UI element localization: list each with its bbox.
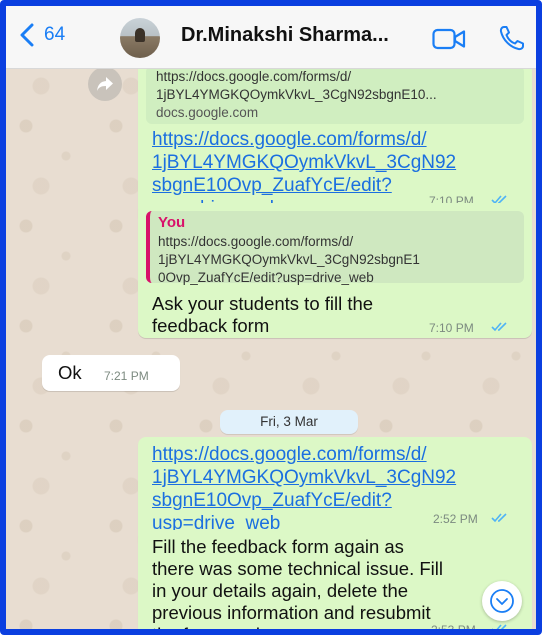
preview-domain: docs.google.com	[156, 105, 259, 120]
message-time: 2:53 PM	[431, 623, 476, 635]
text-line: there was some technical issue. Fill	[152, 558, 443, 579]
quoted-message[interactable]: You https://docs.google.com/forms/d/ 1jB…	[146, 211, 524, 285]
video-camera-icon[interactable]	[432, 28, 466, 50]
quote-line: 0Ovp_ZuafYcE/edit?usp=drive_web	[158, 270, 374, 285]
message-bubble-5[interactable]: Fill the feedback form again as there wa…	[138, 530, 532, 635]
forward-button[interactable]	[88, 67, 122, 101]
phone-screen: 64 Dr.Minakshi Sharma... https://docs.go…	[0, 0, 542, 635]
quote-line: https://docs.google.com/forms/d/	[158, 234, 354, 249]
read-ticks-icon	[492, 624, 507, 629]
text-line: Ask your students to fill the	[152, 293, 374, 314]
message-time: 2:52 PM	[433, 512, 478, 526]
unread-count: 64	[44, 24, 66, 45]
message-bubble-3[interactable]: Ok 7:21 PM	[42, 355, 180, 391]
link-line: https://docs.google.com/forms/d/	[152, 129, 427, 150]
link-line: 1jBYL4YMGKQOymkVkvL_3CgN92	[152, 467, 457, 488]
message-time: 7:10 PM	[429, 321, 474, 335]
avatar[interactable]	[120, 18, 160, 58]
scroll-to-bottom-button[interactable]	[482, 581, 522, 621]
link-line: 1jBYL4YMGKQOymkVkvL_3CgN92	[152, 152, 457, 173]
contact-name[interactable]: Dr.Minakshi Sharma...	[181, 24, 389, 47]
preview-url: https://docs.google.com/forms/d/	[156, 69, 352, 84]
chevron-down-icon	[490, 589, 514, 613]
date-separator: Fri, 3 Mar	[220, 410, 358, 434]
delivered-ticks-icon	[491, 513, 507, 523]
forward-icon	[97, 77, 113, 91]
message-bubble-2[interactable]: You https://docs.google.com/forms/d/ 1jB…	[138, 203, 532, 338]
text-line: previous information and resubmit	[152, 602, 431, 623]
quote-author: You	[158, 214, 186, 231]
link-line: https://docs.google.com/forms/d/	[152, 444, 427, 465]
chevron-left-icon	[20, 23, 34, 47]
preview-url-continued: 1jBYL4YMGKQOymkVkvL_3CgN92sbgnE10...	[156, 87, 437, 102]
message-text: Ok	[58, 362, 82, 383]
quote-line: 1jBYL4YMGKQOymkVkvL_3CgN92sbgnE1	[158, 252, 420, 267]
message-time: 7:21 PM	[104, 369, 149, 383]
chat-header: 64 Dr.Minakshi Sharma...	[6, 6, 536, 69]
read-ticks-icon	[491, 322, 507, 332]
back-button[interactable]: 64	[20, 23, 65, 47]
link-line: sbgnE10Ovp_ZuafYcE/edit?	[152, 490, 392, 511]
link-preview[interactable]: https://docs.google.com/forms/d/ 1jBYL4Y…	[146, 66, 524, 124]
text-line: Fill the feedback form again as	[152, 536, 404, 557]
message-text: Fill the feedback form again as there wa…	[152, 536, 524, 629]
phone-icon[interactable]	[498, 24, 526, 52]
text-line: in your details again, delete the	[152, 580, 409, 601]
